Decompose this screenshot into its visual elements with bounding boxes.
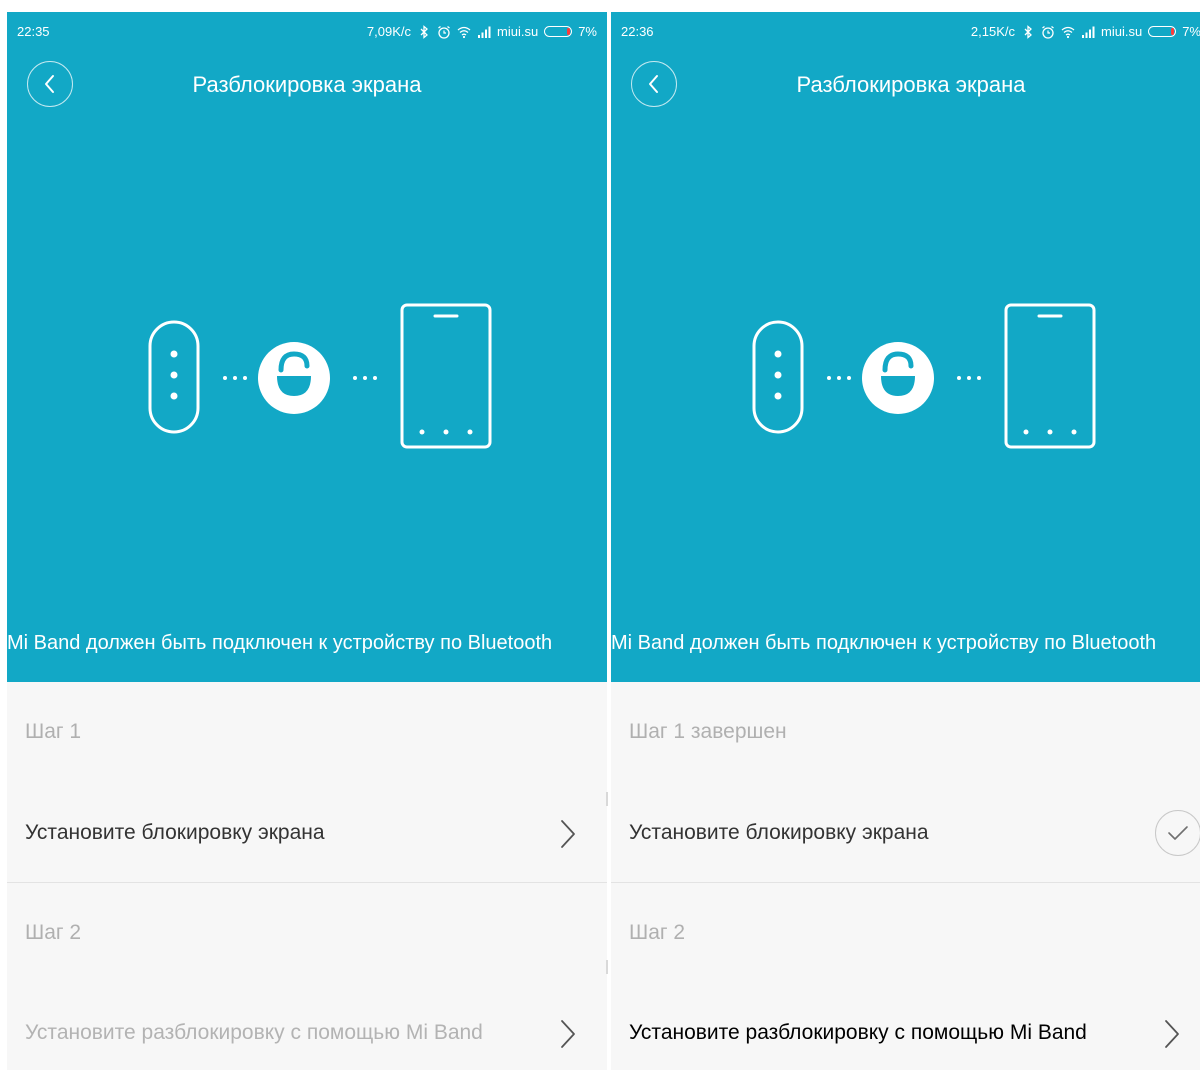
screen-gap-mark xyxy=(606,960,608,974)
connection-dots-right xyxy=(957,376,981,380)
step1-label: Шаг 1 завершен xyxy=(629,720,787,743)
bluetooth-icon xyxy=(1024,24,1032,39)
chevron-right-icon[interactable] xyxy=(1163,1018,1181,1050)
bluetooth-hint: Mi Band должен быть подключен к устройст… xyxy=(611,632,1157,654)
battery-percent: 7% xyxy=(578,24,597,39)
network-speed: 2,15K/c xyxy=(970,24,1016,39)
phone-icon xyxy=(400,303,492,449)
status-time: 22:36 xyxy=(621,24,654,39)
alarm-icon xyxy=(1042,25,1054,39)
step2-action-label: Установите разблокировку с помощью Mi Ba… xyxy=(629,1020,1087,1044)
unlock-icon xyxy=(862,342,934,414)
step1-header: Шаг 1 xyxy=(7,682,607,782)
carrier-name: miui.su xyxy=(497,24,539,39)
connection-dots-left xyxy=(827,376,851,380)
bluetooth-icon xyxy=(420,24,428,39)
battery-level xyxy=(1171,28,1175,35)
pairing-illustration xyxy=(148,303,492,449)
connection-dots-left xyxy=(223,376,247,380)
carrier-name: miui.su xyxy=(1101,24,1143,39)
wifi-icon xyxy=(1061,26,1075,38)
network-speed: 7,09K/c xyxy=(366,24,412,39)
status-time: 22:35 xyxy=(17,24,50,39)
step2-header: Шаг 2 xyxy=(611,882,1200,982)
chevron-right-icon[interactable] xyxy=(559,818,577,850)
battery-icon xyxy=(1148,26,1177,37)
battery-level xyxy=(567,28,571,35)
step2-action-label: Установите разблокировку с помощью Mi Ba… xyxy=(25,1020,483,1044)
step1-header: Шаг 1 завершен xyxy=(611,682,1200,782)
wifi-icon xyxy=(457,26,471,38)
steps-list: Шаг 1 Установите блокировку экрана Шаг 2… xyxy=(7,682,607,1070)
step2-header: Шаг 2 xyxy=(7,882,607,982)
step2-action-row[interactable]: Установите разблокировку с помощью Mi Ba… xyxy=(611,982,1200,1070)
battery-percent: 7% xyxy=(1182,24,1200,39)
signal-icon xyxy=(1082,26,1095,38)
checkmark-icon xyxy=(1168,826,1188,840)
status-indicators: 7,09K/c miui.su 7% xyxy=(367,24,597,39)
hero-panel: 22:36 2,15K/c miui.su 7% Разблокировка э… xyxy=(611,12,1200,682)
checkmark-icon xyxy=(1155,810,1200,856)
chevron-right-icon[interactable] xyxy=(559,1018,577,1050)
status-bar: 22:35 7,09K/c miui.su 7% xyxy=(7,12,607,48)
step2-label: Шаг 2 xyxy=(629,921,686,944)
page-title: Разблокировка экрана xyxy=(796,72,1026,97)
battery-icon xyxy=(544,26,573,37)
step1-action-label: Установите блокировку экрана xyxy=(25,820,325,844)
connection-dots-right xyxy=(353,376,377,380)
step1-action-row[interactable]: Установите блокировку экрана xyxy=(611,782,1200,882)
unlock-icon xyxy=(258,342,330,414)
step1-label: Шаг 1 xyxy=(25,720,82,743)
screen-gap-mark xyxy=(606,792,608,806)
page-title: Разблокировка экрана xyxy=(192,72,422,97)
bluetooth-hint: Mi Band должен быть подключен к устройст… xyxy=(7,632,553,654)
alarm-icon xyxy=(438,25,450,39)
step1-action-label: Установите блокировку экрана xyxy=(629,820,929,844)
step2-action-row[interactable]: Установите разблокировку с помощью Mi Ba… xyxy=(7,982,607,1070)
phone-icon xyxy=(1004,303,1096,449)
status-bar: 22:36 2,15K/c miui.su 7% xyxy=(611,12,1200,48)
step1-action-row[interactable]: Установите блокировку экрана xyxy=(7,782,607,882)
screen-step2: 22:36 2,15K/c miui.su 7% Разблокировка э… xyxy=(611,12,1200,1070)
signal-icon xyxy=(478,26,491,38)
hero-panel: 22:35 7,09K/c miui.su 7% Разблокировка э… xyxy=(7,12,607,682)
steps-list: Шаг 1 завершен Установите блокировку экр… xyxy=(611,682,1200,1070)
mi-band-icon xyxy=(148,320,200,434)
pairing-illustration xyxy=(752,303,1096,449)
mi-band-icon xyxy=(752,320,804,434)
screen-step1: 22:35 7,09K/c miui.su 7% Разблокировка э… xyxy=(7,12,607,1070)
step2-label: Шаг 2 xyxy=(25,921,82,944)
status-indicators: 2,15K/c miui.su 7% xyxy=(971,24,1200,39)
